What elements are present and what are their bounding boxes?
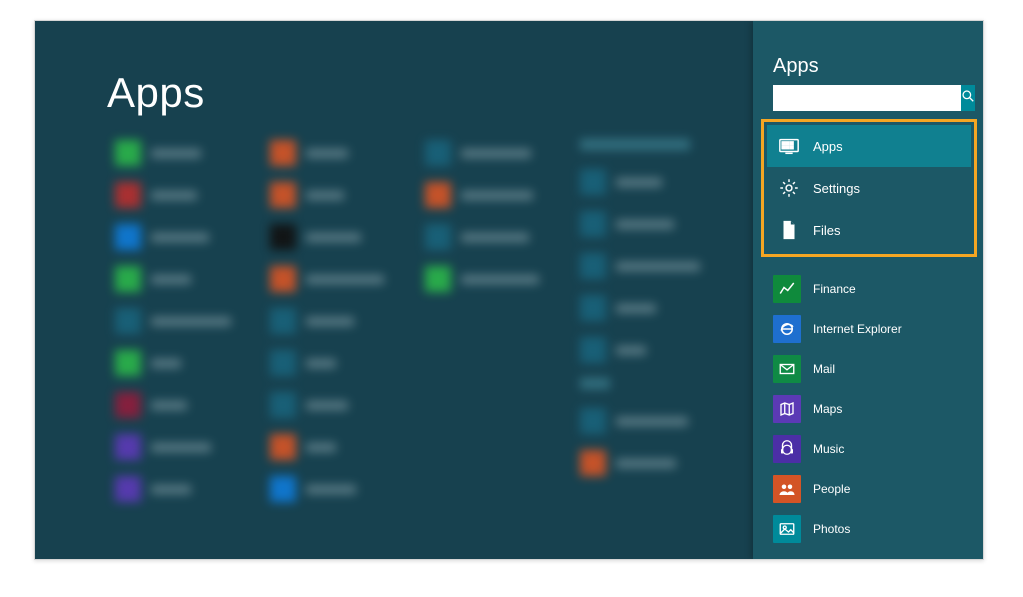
search-result-ie[interactable]: Internet Explorer	[773, 309, 973, 349]
search-result-label: Finance	[813, 282, 856, 296]
apps-screen-title: Apps	[107, 69, 205, 117]
finance-icon	[773, 275, 801, 303]
search-result-mail[interactable]: Mail	[773, 349, 973, 389]
search-result-label: Internet Explorer	[813, 322, 902, 336]
ie-icon	[773, 315, 801, 343]
people-icon	[773, 475, 801, 503]
search-scope-label: Settings	[813, 181, 860, 196]
search-scope-settings[interactable]: Settings	[767, 167, 971, 209]
search-scope-files[interactable]: Files	[767, 209, 971, 251]
search-input[interactable]	[773, 85, 961, 111]
maps-icon	[773, 395, 801, 423]
music-icon	[773, 435, 801, 463]
apps-icon	[777, 134, 801, 158]
search-result-label: Photos	[813, 522, 850, 536]
search-result-finance[interactable]: Finance	[773, 269, 973, 309]
mail-icon	[773, 355, 801, 383]
search-scope-apps[interactable]: Apps	[767, 125, 971, 167]
search-charm-panel: Apps	[753, 21, 983, 559]
search-result-maps[interactable]: Maps	[773, 389, 973, 429]
apps-grid-blurred	[115, 139, 735, 539]
files-icon	[777, 218, 801, 242]
search-result-music[interactable]: Music	[773, 429, 973, 469]
search-app-results: Finance Internet Explorer	[773, 269, 973, 549]
search-charm-title: Apps	[773, 55, 819, 78]
search-result-label: People	[813, 482, 850, 496]
apps-screen: Apps	[35, 21, 753, 559]
search-result-photos[interactable]: Photos	[773, 509, 973, 549]
search-result-label: Music	[813, 442, 844, 456]
search-result-label: Maps	[813, 402, 842, 416]
search-icon	[961, 89, 975, 108]
search-result-people[interactable]: People	[773, 469, 973, 509]
search-scope-label: Apps	[813, 139, 843, 154]
search-button[interactable]	[961, 85, 975, 111]
search-result-label: Mail	[813, 362, 835, 376]
search-scope-list: Apps Settings Files	[767, 125, 971, 251]
settings-icon	[777, 176, 801, 200]
search-row	[773, 85, 965, 111]
photos-icon	[773, 515, 801, 543]
window-frame: Apps	[34, 20, 984, 560]
search-scope-label: Files	[813, 223, 840, 238]
